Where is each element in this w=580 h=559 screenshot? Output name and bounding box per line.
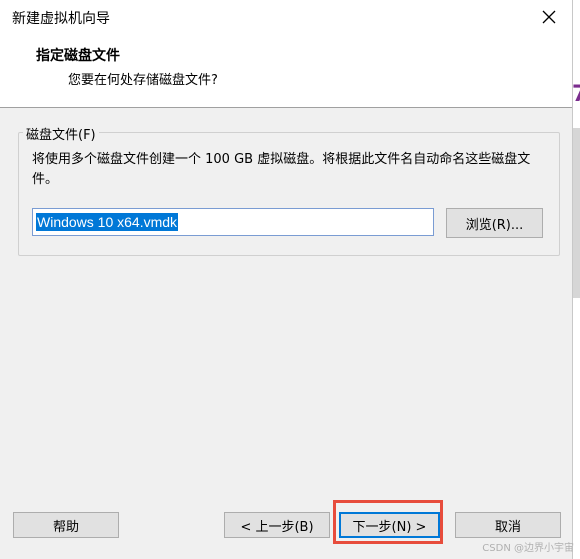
page-subtitle: 您要在何处存储磁盘文件? xyxy=(68,73,218,88)
back-button[interactable]: < 上一步(B) xyxy=(224,512,330,538)
watermark: CSDN @边界小宇宙 xyxy=(482,543,574,554)
disk-file-description: 将使用多个磁盘文件创建一个 100 GB 虚拟磁盘。将根据此文件名自动命名这些磁… xyxy=(32,152,531,187)
close-button[interactable] xyxy=(526,0,572,34)
background-panel xyxy=(572,128,580,298)
browse-button[interactable]: 浏览(R)... xyxy=(446,208,543,238)
new-vm-wizard-dialog: 新建虚拟机向导 指定磁盘文件 您要在何处存储磁盘文件? 磁盘文件(F) 将使用多… xyxy=(0,0,573,559)
wizard-header: 指定磁盘文件 您要在何处存储磁盘文件? xyxy=(0,34,572,108)
window-title: 新建虚拟机向导 xyxy=(12,11,110,27)
next-button[interactable]: 下一步(N) > xyxy=(339,512,440,538)
disk-file-group-label: 磁盘文件(F) xyxy=(23,124,99,143)
close-icon xyxy=(542,10,556,24)
disk-file-input-value: Windows 10 x64.vmdk xyxy=(36,213,179,231)
title-bar: 新建虚拟机向导 xyxy=(0,0,572,34)
background-accent-text: 7 xyxy=(572,82,580,107)
cancel-button[interactable]: 取消 xyxy=(455,512,561,538)
disk-file-input[interactable]: Windows 10 x64.vmdk xyxy=(32,208,434,236)
page-title: 指定磁盘文件 xyxy=(36,48,120,64)
help-button[interactable]: 帮助 xyxy=(13,512,119,538)
